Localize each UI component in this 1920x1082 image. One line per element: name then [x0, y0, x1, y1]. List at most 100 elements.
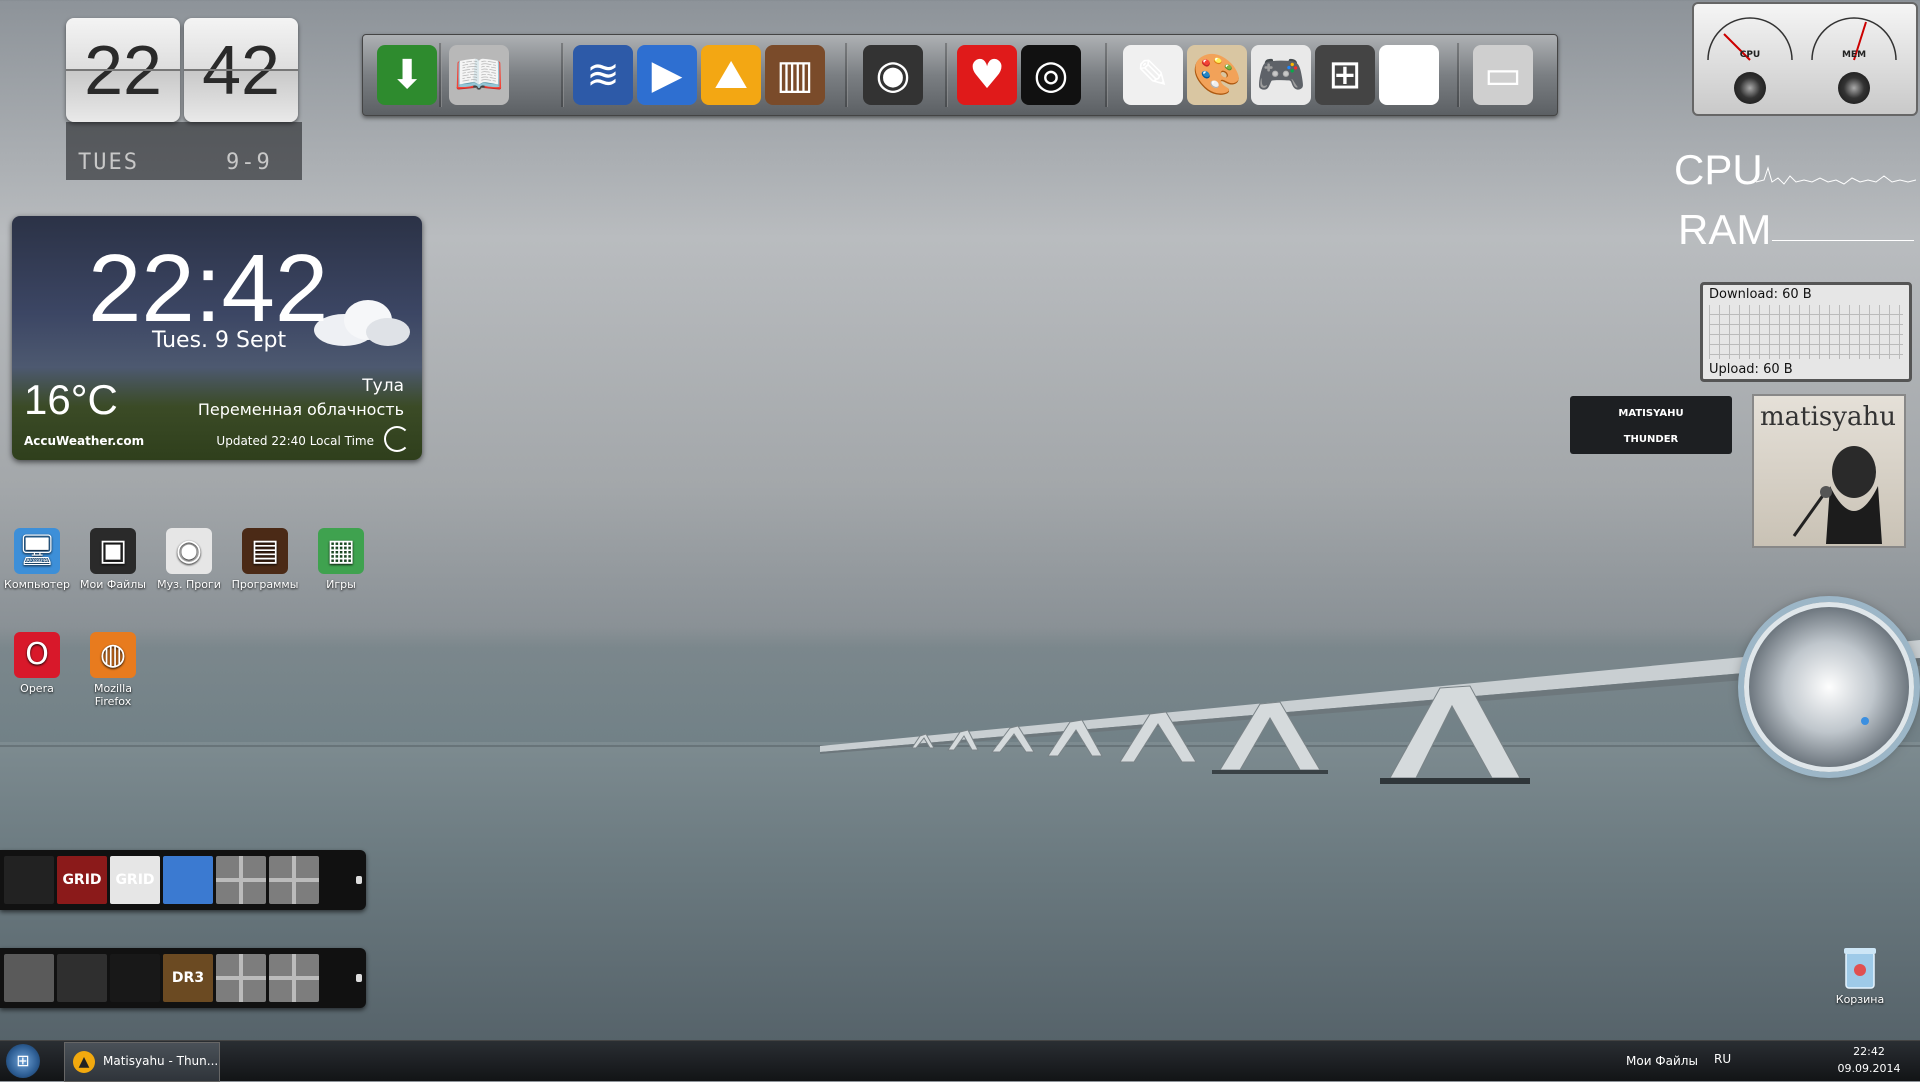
tray-clock-date[interactable]: 09.09.2014 [1826, 1062, 1912, 1075]
tile-empty-2[interactable] [269, 856, 319, 904]
paint-palette-icon[interactable]: 🎨 [1187, 45, 1247, 105]
clock-day: TUES [78, 150, 139, 175]
weather-condition: Переменная облачность [197, 400, 404, 419]
desktop-icon-label: Игры [326, 578, 356, 591]
cpu-mem-gauges-widget: CPU MEM [1692, 2, 1918, 116]
desktop-icon-label: Муз. Проги [157, 578, 221, 591]
weather-temperature: 16°C [24, 376, 118, 423]
now-playing-artist: MATISYAHU [1618, 408, 1684, 419]
camera-icon[interactable]: ◎ [1021, 45, 1081, 105]
tile-grid-1[interactable]: GRID [57, 856, 107, 904]
clock-icon[interactable]: ◷ [1379, 45, 1439, 105]
desktop-icon-label: Мои Файлы [80, 578, 146, 591]
tile-ghost[interactable] [110, 954, 160, 1002]
weather-provider-link[interactable]: AccuWeather.com [24, 434, 144, 448]
dock-separator [1105, 43, 1108, 107]
refresh-icon[interactable] [384, 426, 410, 452]
cpu-meter-label: CPU [1674, 146, 1763, 193]
taskbar: ⊞ ▲ Matisyahu - Thun... Мои Файлы RU 22:… [0, 1040, 1920, 1082]
weather-updated-time: Updated 22:40 Local Time [216, 434, 374, 448]
desktop-icon-opera[interactable]: O Opera [0, 632, 74, 695]
cpu-knob-icon [1734, 72, 1766, 104]
tile-grid-autosport[interactable]: GRID [110, 856, 160, 904]
book-icon[interactable]: 📖 [449, 45, 509, 105]
dock-bar: ⬇ 📖 ≋ ▶ ⛰ ▥ ◉ ♥ ◎ ✎ 🎨 🎮 ⊞ ◷ ▭ [362, 34, 1558, 116]
tray-my-files-toolbar[interactable]: Мои Файлы [1626, 1054, 1698, 1068]
speaker-icon[interactable]: ◉ [863, 45, 923, 105]
volume-indicator-dot [1861, 717, 1869, 725]
music-progs-icon: ◉ [166, 528, 212, 574]
ram-activity-line [1772, 240, 1914, 241]
network-monitor-widget: Download: 60 B Upload: 60 B [1700, 282, 1912, 382]
document-icon[interactable]: ✎ [1123, 45, 1183, 105]
game-launcher-bar-2: DR3 [0, 948, 366, 1008]
dock-separator [945, 43, 948, 107]
tile-empty-1[interactable] [216, 856, 266, 904]
desktop-icon-label: Программы [231, 578, 299, 591]
now-playing-track: THUNDER [1623, 434, 1679, 445]
recycle-bin-icon [1844, 948, 1876, 989]
library-books-icon[interactable]: ▥ [765, 45, 825, 105]
taskbar-item-music-player[interactable]: ▲ Matisyahu - Thun... [64, 1042, 220, 1082]
launcher-handle[interactable] [356, 974, 362, 982]
mem-gauge: MEM [1806, 14, 1902, 104]
network-graph [1709, 305, 1903, 359]
audio-wave-icon[interactable]: ≋ [573, 45, 633, 105]
video-player-icon[interactable]: ▶ [637, 45, 697, 105]
tile-empty-3[interactable] [216, 954, 266, 1002]
desktop-icon-label: Компьютер [4, 578, 70, 591]
desktop-icon-programs[interactable]: ▤ Программы [228, 528, 302, 591]
network-upload: Upload: 60 B [1709, 362, 1793, 377]
dock-separator [845, 43, 848, 107]
photo-landscape-icon[interactable]: ⛰ [701, 45, 761, 105]
album-art[interactable]: matisyahu [1752, 394, 1906, 548]
launcher-handle[interactable] [356, 876, 362, 884]
tile-empty-4[interactable] [269, 954, 319, 1002]
start-button[interactable]: ⊞ [6, 1044, 40, 1078]
programs-icon: ▤ [242, 528, 288, 574]
dock-separator [439, 43, 442, 107]
album-art-portrait [1792, 446, 1882, 544]
desktop-icon-computer[interactable]: 🖥 Компьютер [0, 528, 74, 591]
tile-dr3[interactable]: DR3 [163, 954, 213, 1002]
tile-game-1[interactable] [4, 954, 54, 1002]
flip-clock-widget: 22 42 TUES 9-9 [66, 18, 302, 180]
game-launcher-bar-1: GRID GRID [0, 850, 366, 910]
tile-trials[interactable] [163, 856, 213, 904]
weather-date: Tues. 9 Sept [152, 328, 287, 353]
opera-icon: O [14, 632, 60, 678]
monitor-apple-icon[interactable]: ▭ [1473, 45, 1533, 105]
heart-icon[interactable]: ♥ [957, 45, 1017, 105]
tray-clock-time[interactable]: 22:42 [1826, 1045, 1912, 1058]
recycle-bin[interactable]: Корзина [1820, 944, 1900, 1006]
gamepad-icon[interactable]: 🎮 [1251, 45, 1311, 105]
taskbar-item-label: Matisyahu - Thun... [103, 1054, 219, 1068]
desktop-icon-games[interactable]: ▦ Игры [304, 528, 378, 591]
desktop-icon-music-progs[interactable]: ◉ Муз. Проги [152, 528, 226, 591]
desktop-icon-my-files[interactable]: ▣ Мои Файлы [76, 528, 150, 591]
desktop-icon-label: Mozilla Firefox [94, 682, 132, 708]
network-download: Download: 60 B [1709, 287, 1812, 302]
tile-need-for-speed[interactable] [4, 856, 54, 904]
mem-gauge-label: MEM [1841, 50, 1867, 60]
tile-call-of-duty[interactable] [57, 954, 107, 1002]
dock-separator [1457, 43, 1460, 107]
now-playing-widget[interactable]: MATISYAHU THUNDER [1570, 396, 1732, 454]
download-arrow-icon[interactable]: ⬇ [377, 45, 437, 105]
recycle-bin-label: Корзина [1835, 993, 1885, 1006]
mixer-sliders-icon[interactable]: ⊞ [1315, 45, 1375, 105]
desktop-icon-label: Opera [20, 682, 54, 695]
computer-icon: 🖥 [14, 528, 60, 574]
mem-knob-icon [1838, 72, 1870, 104]
language-indicator[interactable]: RU [1714, 1052, 1731, 1066]
games-icon: ▦ [318, 528, 364, 574]
album-art-title: matisyahu [1760, 402, 1896, 432]
weather-widget[interactable]: 22:42 Tues. 9 Sept 16°C Тула Переменная … [12, 216, 422, 460]
desktop-icon-firefox[interactable]: ◍ Mozilla Firefox [76, 632, 150, 708]
cpu-activity-graph [1756, 166, 1916, 185]
volume-knob[interactable] [1744, 602, 1914, 772]
cpu-gauge-label: CPU [1739, 50, 1761, 60]
firefox-icon: ◍ [90, 632, 136, 678]
my-files-icon: ▣ [90, 528, 136, 574]
ram-meter-label: RAM [1678, 206, 1772, 253]
